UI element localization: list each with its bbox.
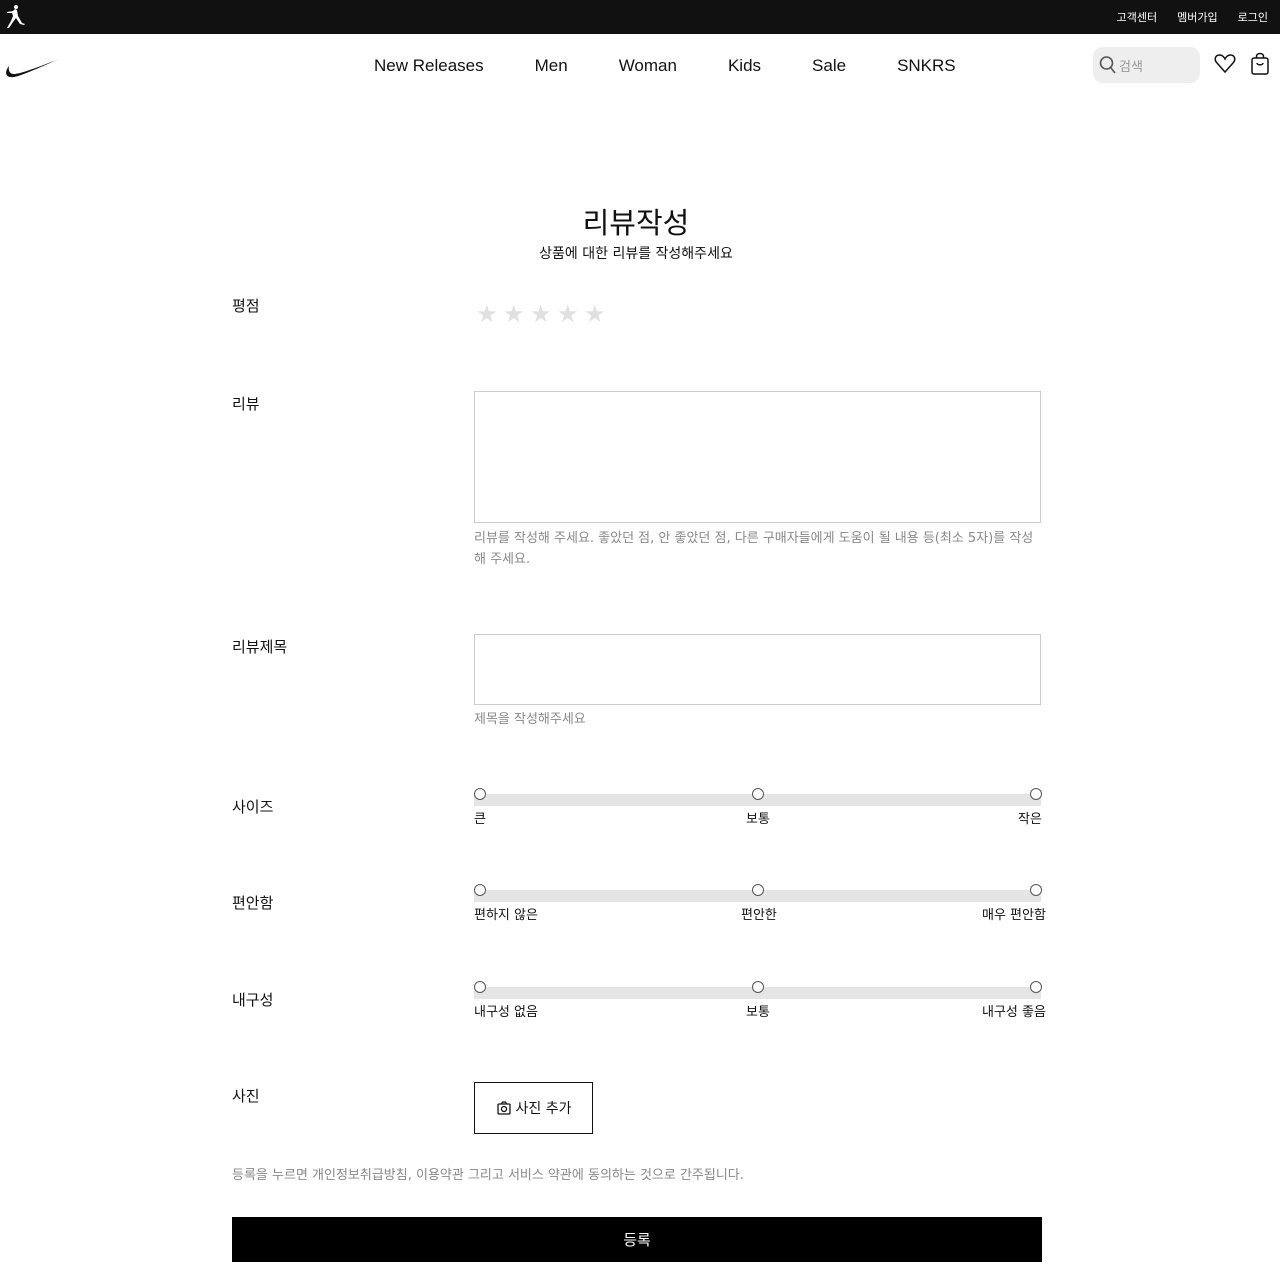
page-title: 리뷰작성	[582, 206, 690, 240]
photo-label: 사진	[232, 1087, 260, 1105]
main-nav: New Releases Men Woman Kids Sale SNKRS	[374, 56, 956, 80]
comfort-option-very-comfortable-dot[interactable]	[1030, 884, 1042, 896]
review-label: 리뷰	[232, 395, 260, 413]
size-option-large-dot[interactable]	[474, 788, 486, 800]
star-icon[interactable]: ★	[476, 300, 498, 328]
utility-bar: 고객센터 멤버가입 로그인	[0, 0, 1280, 34]
durability-option-poor-label[interactable]: 내구성 없음	[474, 1001, 538, 1020]
nav-item-kids[interactable]: Kids	[728, 56, 761, 80]
durability-option-good-label[interactable]: 내구성 좋음	[982, 1001, 1046, 1020]
review-title-label: 리뷰제목	[232, 638, 288, 656]
camera-icon	[496, 1101, 511, 1115]
durability-option-poor-dot[interactable]	[474, 981, 486, 993]
star-icon[interactable]: ★	[503, 300, 525, 328]
durability-label: 내구성	[232, 991, 274, 1009]
star-rating: ★ ★ ★ ★ ★	[476, 300, 606, 328]
join-membership-link[interactable]: 멤버가입	[1177, 9, 1217, 25]
durability-option-normal-label[interactable]: 보통	[746, 1001, 770, 1020]
durability-slider[interactable]	[474, 981, 1042, 999]
add-photo-button[interactable]: 사진 추가	[474, 1082, 593, 1134]
search-placeholder: 검색	[1119, 59, 1143, 75]
search-input[interactable]: 검색	[1093, 47, 1200, 83]
utility-links: 고객센터 멤버가입 로그인	[1117, 0, 1268, 34]
nav-item-snkrs[interactable]: SNKRS	[897, 56, 956, 80]
consent-text: 등록을 누르면 개인정보취급방침, 이용약관 그리고 서비스 약관에 동의하는 …	[232, 1168, 744, 1183]
comfort-option-uncomfortable-dot[interactable]	[474, 884, 486, 896]
comfort-slider[interactable]	[474, 884, 1042, 902]
submit-button[interactable]: 등록	[232, 1217, 1042, 1262]
rating-label: 평점	[232, 297, 260, 315]
comfort-label: 편안함	[232, 894, 274, 912]
nav-item-sale[interactable]: Sale	[812, 56, 846, 80]
login-link[interactable]: 로그인	[1238, 9, 1268, 25]
star-icon[interactable]: ★	[584, 300, 606, 328]
nav-item-woman[interactable]: Woman	[619, 56, 677, 80]
durability-option-normal-dot[interactable]	[752, 981, 764, 993]
size-slider[interactable]	[474, 788, 1042, 806]
comfort-option-comfortable-label[interactable]: 편안한	[741, 904, 777, 923]
size-option-normal-label[interactable]: 보통	[746, 808, 770, 827]
durability-option-good-dot[interactable]	[1030, 981, 1042, 993]
review-textarea[interactable]	[474, 391, 1041, 523]
page-subtitle: 상품에 대한 리뷰를 작성해주세요	[539, 246, 733, 262]
comfort-option-uncomfortable-label[interactable]: 편하지 않은	[474, 904, 538, 923]
star-icon[interactable]: ★	[530, 300, 552, 328]
jordan-jumpman-logo-icon[interactable]	[4, 4, 26, 30]
add-photo-button-label: 사진 추가	[515, 1101, 572, 1117]
main-header: New Releases Men Woman Kids Sale SNKRS 검…	[0, 34, 1280, 100]
size-option-large-label[interactable]: 큰	[474, 808, 486, 827]
star-icon[interactable]: ★	[557, 300, 579, 328]
heart-icon[interactable]	[1214, 52, 1236, 76]
nav-item-men[interactable]: Men	[535, 56, 568, 80]
size-option-normal-dot[interactable]	[752, 788, 764, 800]
nike-swoosh-logo-icon[interactable]	[3, 54, 59, 82]
comfort-option-comfortable-dot[interactable]	[752, 884, 764, 896]
review-help-text: 리뷰를 작성해 주세요. 좋았던 점, 안 좋았던 점, 다른 구매자들에게 도…	[474, 531, 1034, 567]
size-option-small-dot[interactable]	[1030, 788, 1042, 800]
size-label: 사이즈	[232, 798, 274, 816]
review-title-help-text: 제목을 작성해주세요	[474, 712, 586, 727]
review-title-input[interactable]	[474, 634, 1041, 705]
nav-item-new-releases[interactable]: New Releases	[374, 56, 484, 80]
customer-center-link[interactable]: 고객센터	[1117, 9, 1157, 25]
comfort-option-very-comfortable-label[interactable]: 매우 편안함	[982, 904, 1046, 923]
search-icon	[1099, 56, 1116, 74]
size-option-small-label[interactable]: 작은	[1018, 808, 1042, 827]
shopping-bag-icon[interactable]	[1249, 52, 1271, 76]
